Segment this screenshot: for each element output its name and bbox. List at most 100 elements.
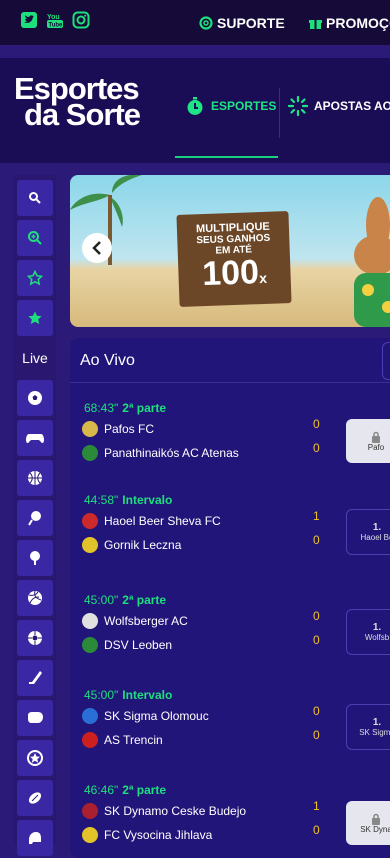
shield-icon: [27, 750, 43, 766]
odd-button-locked[interactable]: SK Dyna: [346, 801, 390, 845]
match-status: 2ª parte: [122, 593, 167, 607]
away-score: 0: [313, 823, 320, 837]
away-team-name: DSV Leoben: [104, 638, 173, 652]
sport-american-football[interactable]: [17, 820, 53, 856]
chevron-left-icon: [92, 241, 101, 255]
away-team: DSV Leoben: [82, 637, 172, 653]
away-team-name: FC Vysocina Jihlava: [104, 828, 213, 842]
live-panel-title: Ao Vivo: [80, 352, 135, 369]
sport-boxing[interactable]: [17, 700, 53, 736]
volleyball-icon: [28, 590, 42, 605]
nav-esportes[interactable]: ESPORTES: [175, 86, 278, 158]
match-time: 68:43" 2ª parte: [84, 401, 166, 415]
home-score: 1: [313, 509, 320, 523]
match-clock: 45:00": [84, 688, 119, 702]
futsal-icon: [28, 631, 42, 645]
nav-apostas-ao-vivo[interactable]: APOSTAS AO: [288, 96, 390, 116]
odd-value: 1.: [372, 717, 382, 728]
away-team-crest-icon: [82, 732, 98, 748]
sport-rugby[interactable]: [17, 780, 53, 816]
away-team-crest-icon: [82, 537, 98, 553]
sport-esports[interactable]: [17, 420, 53, 456]
match-clock: 45:00": [84, 593, 119, 607]
svg-text:You: You: [47, 14, 60, 21]
match-clock: 46:46": [84, 783, 119, 797]
sport-table-tennis[interactable]: [17, 540, 53, 576]
match-status: 2ª parte: [122, 783, 167, 797]
odd-label: Haoel Be: [360, 533, 390, 542]
boxing-icon: [28, 712, 43, 723]
odd-value: 1.: [372, 622, 382, 633]
twitter-icon[interactable]: [20, 11, 38, 29]
support-link[interactable]: SUPORTE: [199, 15, 285, 31]
match-row[interactable]: 45:00" 2ª parte Wolfsberger AC DSV Leoben 0 0…: [82, 593, 390, 673]
sport-badge[interactable]: [17, 740, 53, 776]
sport-soccer[interactable]: [17, 380, 53, 416]
sport-basketball[interactable]: [17, 460, 53, 496]
away-score: 0: [313, 441, 320, 455]
away-team-crest-icon: [82, 445, 98, 461]
match-time: 44:58" Intervalo: [84, 493, 172, 507]
odd-button[interactable]: 1. Wolfsb: [346, 609, 390, 655]
youtube-icon[interactable]: You Tube: [46, 11, 64, 29]
odd-button[interactable]: 1.SK Sigma: [346, 704, 390, 750]
lock-icon: [372, 431, 380, 443]
live-label: Live: [22, 350, 48, 366]
match-time: 45:00" 2ª parte: [84, 593, 166, 607]
away-team-name: Panathinaikós AC Atenas: [104, 446, 239, 460]
rabbit-mascot-icon: [354, 197, 390, 327]
odd-label: SK Sigma: [359, 728, 390, 737]
odd-button-locked[interactable]: Pafo: [346, 419, 390, 463]
nav-esportes-label: ESPORTES: [211, 99, 277, 113]
match-row[interactable]: 44:58" Intervalo Haoel Beer Sheva FC Gornik…: [82, 493, 390, 573]
logo[interactable]: Esportes da Sorte: [14, 73, 154, 132]
top-bar: You Tube SUPORTE PROMOÇÕ: [0, 0, 390, 45]
home-team-crest-icon: [82, 803, 98, 819]
sport-tennis[interactable]: [17, 500, 53, 536]
favorites-button[interactable]: [17, 260, 53, 296]
multiplier-suffix: x: [258, 269, 268, 287]
match-status: Intervalo: [122, 493, 173, 507]
home-score: 0: [313, 704, 320, 718]
home-team: SK Dynamo Ceske Budejo: [82, 803, 246, 819]
home-team-name: Pafos FC: [104, 422, 155, 436]
home-team-crest-icon: [82, 421, 98, 437]
instagram-icon[interactable]: [72, 11, 90, 29]
social-links: You Tube: [20, 11, 90, 29]
odd-button[interactable]: 1.Haoel Be: [346, 509, 390, 555]
star-outline-icon: [27, 270, 43, 286]
main-header: Esportes da Sorte ESPORTES APOSTAS AO: [0, 58, 390, 163]
panel-divider: [70, 382, 390, 383]
away-team-name: AS Trencin: [104, 733, 163, 747]
home-team-name: Haoel Beer Sheva FC: [104, 514, 221, 528]
sport-volleyball[interactable]: [17, 580, 53, 616]
live-tab-edge[interactable]: [382, 342, 390, 380]
support-icon: [199, 16, 213, 30]
rugby-icon: [28, 792, 42, 804]
away-team: FC Vysocina Jihlava: [82, 827, 212, 843]
home-team-crest-icon: [82, 708, 98, 724]
match-row[interactable]: 68:43" 2ª parte Pafos FC Panathinaikós AC A…: [82, 401, 390, 481]
support-label: SUPORTE: [217, 15, 285, 31]
svg-text:Tube: Tube: [49, 23, 64, 29]
match-row[interactable]: 46:46" 2ª parte SK Dynamo Ceske Budejo FC V…: [82, 783, 390, 858]
live-filter[interactable]: Live: [17, 340, 53, 376]
match-row[interactable]: 45:00" Intervalo SK Sigma Olomouc AS Trenci…: [82, 688, 390, 768]
nav-apostas-label: APOSTAS AO: [314, 99, 390, 113]
match-clock: 68:43": [84, 401, 119, 415]
away-team-crest-icon: [82, 637, 98, 653]
sport-futsal[interactable]: [17, 620, 53, 656]
multiplier-value: 100: [201, 253, 260, 294]
sport-hockey[interactable]: [17, 660, 53, 696]
top-events-button[interactable]: [17, 300, 53, 336]
home-score: 0: [313, 417, 320, 431]
zoom-button[interactable]: [17, 220, 53, 256]
search-button[interactable]: [17, 180, 53, 216]
banner-prev-button[interactable]: [82, 233, 112, 263]
search-icon: [29, 192, 41, 204]
odd-value: 1.: [372, 522, 382, 533]
promotions-link[interactable]: PROMOÇÕ: [309, 15, 390, 31]
logo-line2: da Sorte: [24, 97, 141, 132]
promo-banner[interactable]: MULTIPLIQUE SEUS GANHOS EM ATÉ 100x: [70, 175, 390, 327]
home-team-crest-icon: [82, 613, 98, 629]
